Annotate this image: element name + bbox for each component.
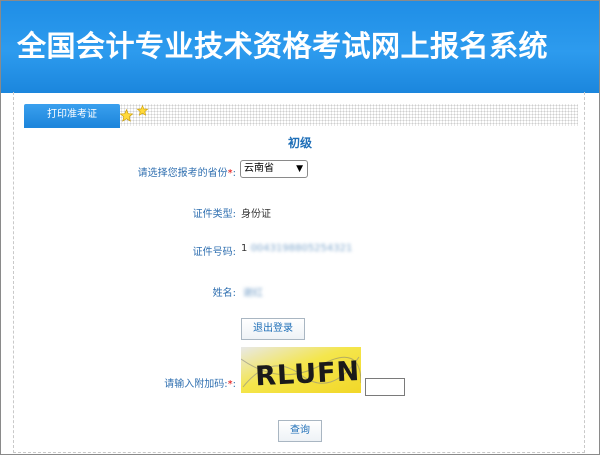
id-type-label: 证件类型: — [192, 209, 236, 220]
province-select[interactable]: 云南省 ▼ — [240, 160, 308, 178]
province-label: 请选择您报考的省份*: — [138, 164, 236, 179]
name-value-obscured: 谢红 — [243, 288, 263, 299]
star-icon — [137, 105, 148, 116]
header-banner: 全国会计专业技术资格考试网上报名系统 — [1, 1, 599, 93]
id-number-value: 1 0043198805254321 — [241, 243, 352, 254]
star-icon — [120, 109, 133, 122]
id-type-value: 身份证 — [241, 209, 271, 220]
captcha-image[interactable]: RLUFN — [241, 347, 361, 393]
logout-button[interactable]: 退出登录 — [241, 318, 305, 340]
province-label-colon: : — [232, 168, 236, 179]
captcha-label: 请输入附加码:*: — [164, 375, 236, 390]
tab-print-admission-ticket[interactable]: 打印准考证 — [24, 104, 120, 126]
name-label: 姓名: — [212, 288, 236, 299]
captcha-input[interactable] — [365, 378, 405, 396]
captcha-text: RLUFN — [254, 356, 360, 392]
captcha-label-colon: : — [232, 379, 236, 390]
exam-level-title: 初级 — [287, 136, 312, 150]
tab-active-underline — [24, 126, 120, 128]
site-title: 全国会计专业技术资格考试网上报名系统 — [17, 29, 549, 63]
id-number-obscured: 0043198805254321 — [250, 243, 353, 254]
province-selected-value: 云南省 — [244, 163, 274, 174]
chevron-down-icon: ▼ — [296, 164, 303, 174]
captcha-label-text: 请输入附加码: — [164, 379, 228, 390]
province-label-text: 请选择您报考的省份 — [137, 168, 228, 179]
id-number-label: 证件号码: — [192, 247, 236, 258]
id-number-visible-digit: 1 — [241, 243, 248, 254]
query-button[interactable]: 查询 — [278, 420, 322, 442]
